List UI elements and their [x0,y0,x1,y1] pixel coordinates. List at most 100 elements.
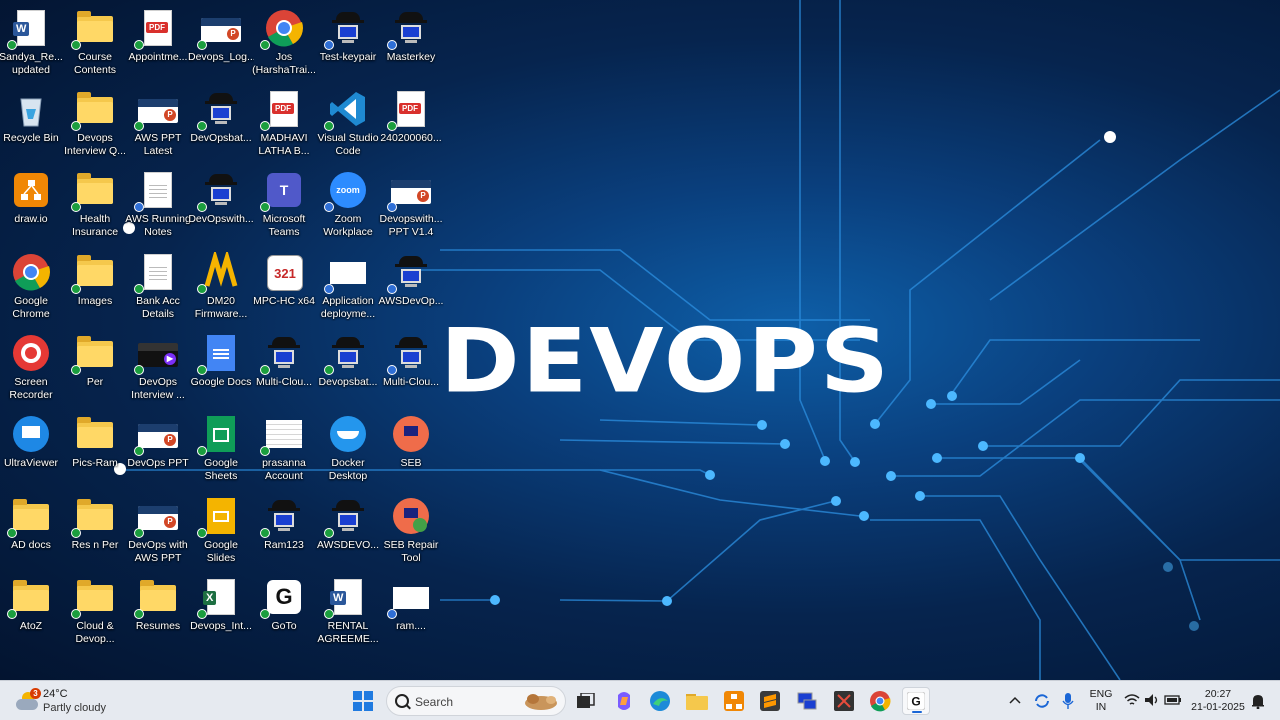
region-code: IN [1095,701,1107,713]
desktop-icon[interactable]: P Devopswith... PPT V1.4 [379,166,443,246]
desktop-icon[interactable]: AWS Running Notes [125,166,191,246]
desktop-icon-label: ram.... [396,620,426,632]
desktop-icon[interactable]: Devopsbat... [317,329,379,409]
microphone-icon[interactable] [1062,692,1074,710]
battery-icon[interactable] [1164,694,1182,706]
desktop-icon-label: AWSDevOp... [378,295,444,307]
desktop-icon[interactable]: Pics-Ram [64,410,126,490]
desktop-icon[interactable]: ▶ DevOps Interview ... [127,329,189,409]
desktop-icon[interactable]: DevOpsbat... [190,85,252,165]
desktop-icon[interactable]: DM20 Firmware... [190,248,252,328]
desktop-icon[interactable]: PDF 240200060... [380,85,442,165]
word-doc-icon: W [324,577,368,619]
desktop-icon[interactable]: AWSDEVO... [317,492,379,572]
folder-icon [71,170,115,212]
desktop-icon-label: Bank Acc Details [136,295,180,320]
desktop-icon-label: AWS Running Notes [125,213,191,238]
copilot-button[interactable] [610,687,638,715]
desktop-icon[interactable]: W Sandya_Re... updated [0,4,63,84]
notification-bell-icon[interactable] [1251,693,1265,709]
desktop-icon[interactable]: Visual Studio Code [317,85,379,165]
drawio-button[interactable] [720,687,748,715]
desktop-icon[interactable]: zoom Zoom Workplace [317,166,379,246]
desktop-icon-label: Google Chrome [12,295,50,320]
desktop-icon[interactable]: ram.... [380,573,442,653]
desktop-icon[interactable]: Google Slides [190,492,252,572]
search-box[interactable]: Search [386,686,566,716]
desktop-icon[interactable]: P Devops_Log... [188,4,254,84]
clock[interactable]: 20:27 21-01-2025 [1188,688,1248,714]
language-indicator[interactable]: ENG IN [1086,688,1116,714]
desktop-icon[interactable]: PDF MADHAVI LATHA B... [253,85,315,165]
desktop-icon[interactable]: W RENTAL AGREEME... [317,573,379,653]
synced-check-icon [134,528,144,538]
desktop-icon[interactable]: draw.io [0,166,62,246]
file-explorer-button[interactable] [683,687,711,715]
desktop-icon[interactable]: Screen Recorder [0,329,62,409]
cloud-sync-icon [387,40,397,50]
desktop-icon[interactable]: Devops Interview Q... [64,85,126,165]
goto-button[interactable]: G [902,687,930,715]
volume-icon[interactable] [1144,693,1160,707]
snipping-button[interactable] [830,687,858,715]
start-button[interactable] [349,687,377,715]
taskview-button[interactable] [572,687,600,715]
synced-check-icon [197,121,207,131]
snipping-tool-icon [834,691,854,711]
desktop-icon[interactable]: Per [64,329,126,409]
weather-widget[interactable]: 3 24°C Partly cloudy [14,686,134,716]
desktop-icon[interactable]: Res n Per [64,492,126,572]
desktop-icon[interactable]: Cloud & Devop... [64,573,126,653]
desktop-icon[interactable]: Course Contents [64,4,126,84]
sync-icon[interactable] [1033,692,1051,710]
google-docs-icon [197,333,241,375]
desktop-icon[interactable]: X Devops_Int... [190,573,252,653]
chrome-button[interactable] [866,687,894,715]
weather-condition: Partly cloudy [43,702,106,714]
desktop-icon[interactable]: Recycle Bin [0,85,62,165]
desktop-icon[interactable]: Application deployme... [317,248,379,328]
edge-button[interactable] [646,687,674,715]
desktop-icon[interactable]: AWSDevOp... [378,248,444,328]
synced-check-icon [134,365,144,375]
desktop-icon[interactable]: SEB [380,410,442,490]
chevron-up-icon[interactable] [1009,695,1021,705]
desktop-icon[interactable]: UltraViewer [0,410,62,490]
desktop-icon[interactable]: Google Docs [190,329,252,409]
folder-icon [71,89,115,131]
putty-button[interactable] [793,687,821,715]
desktop-icon[interactable]: Google Chrome [0,248,62,328]
desktop-icon[interactable]: PDF Appointme... [127,4,189,84]
synced-check-icon [260,365,270,375]
desktop-icon[interactable]: Bank Acc Details [127,248,189,328]
desktop-icon[interactable]: PDevOps with AWS PPT V1.3 [127,492,189,572]
search-highlight-icon [525,694,557,710]
desktop-icon[interactable]: Google Sheets [190,410,252,490]
desktop-icon[interactable]: Health Insurance [64,166,126,246]
recycle-bin-icon [11,89,51,129]
desktop-icon[interactable]: Multi-Clou... [253,329,315,409]
desktop-icon[interactable]: Masterkey [380,4,442,84]
desktop-icon[interactable]: DevOpswith... [188,166,254,246]
putty-key-icon [387,8,431,50]
desktop-icon[interactable]: SEB Repair Tool [380,492,442,572]
desktop-icon[interactable]: Jos (HarshaTrai... [252,4,316,84]
desktop-icon[interactable]: Resumes [127,573,189,653]
desktop-icon[interactable]: prasanna Account [253,410,315,490]
desktop-icon[interactable]: Multi-Clou... [380,329,442,409]
desktop-icon[interactable]: Docker Desktop [317,410,379,490]
desktop-icon-label: Visual Studio Code [317,132,379,157]
desktop-icon[interactable]: AtoZ [0,573,62,653]
desktop-icon[interactable]: T Microsoft Teams [253,166,315,246]
synced-check-icon [71,121,81,131]
desktop-icon[interactable]: P DevOps PPT [127,410,189,490]
desktop-icon[interactable]: Images [64,248,126,328]
desktop-icon[interactable]: P AWS PPT Latest [127,85,189,165]
desktop-icon[interactable]: 321 MPC-HC x64 [253,248,315,328]
sublime-button[interactable] [756,687,784,715]
desktop-icon[interactable]: AD docs [0,492,62,572]
desktop-icon[interactable]: Test-keypair [317,4,379,84]
desktop-icon[interactable]: G GoTo [253,573,315,653]
desktop-icon[interactable]: Ram123 [253,492,315,572]
wifi-icon[interactable] [1124,693,1140,707]
